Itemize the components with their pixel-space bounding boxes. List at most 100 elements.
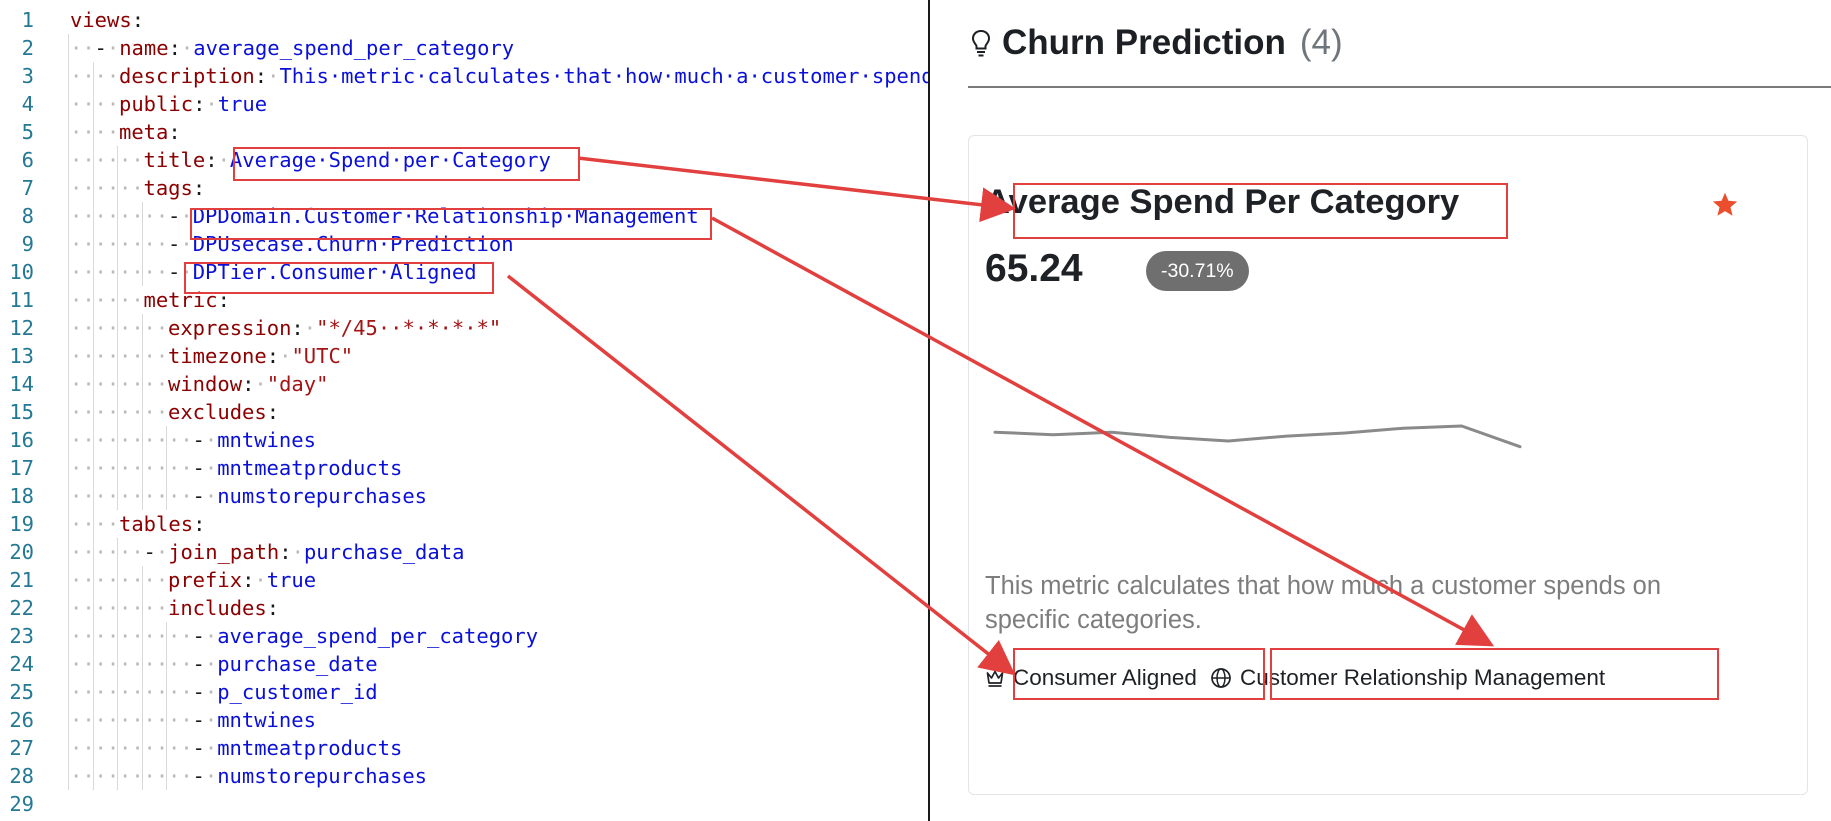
code-token: includes <box>168 596 267 620</box>
indent-guide <box>92 678 94 706</box>
code-line[interactable]: 15 ·· ·· ·· ·· excludes: <box>0 398 928 426</box>
highlight-title <box>233 147 580 181</box>
code-line[interactable]: 13 ·· ·· ·· ·· timezone:·"UTC" <box>0 342 928 370</box>
whitespace-dots: ·· <box>94 456 120 480</box>
indent-guide <box>68 118 69 146</box>
code-token: p_customer_id <box>217 680 378 704</box>
whitespace-dots: ·· <box>70 232 95 256</box>
whitespace-dots: ·· <box>143 596 169 620</box>
whitespace-dots: ·· <box>70 120 95 144</box>
line-number: 13 <box>9 344 34 368</box>
code-line[interactable]: 27 ·· ·· ·· ·· ·· -·mntmeatproducts <box>0 734 928 762</box>
indent-guide <box>68 146 69 174</box>
code-line[interactable]: 3 ·· ·· description:·This·metric·calculates… <box>0 62 928 90</box>
code-token: - <box>192 736 205 760</box>
indent-guide <box>141 482 143 510</box>
code-content: -·mntwines <box>193 706 316 734</box>
indent-guide <box>92 762 94 790</box>
code-line[interactable]: 19 ·· ·· tables: <box>0 510 928 538</box>
code-line[interactable]: 24 ·· ·· ·· ·· ·· -·purchase_date <box>0 650 928 678</box>
code-line[interactable]: 29 <box>0 790 928 818</box>
code-token: : <box>168 36 181 60</box>
whitespace-dots: ·· <box>119 540 144 564</box>
code-line[interactable]: 21 ·· ·· ·· ·· prefix:·true <box>0 566 928 594</box>
code-token: - <box>168 232 181 256</box>
whitespace-dots: ·· <box>168 428 193 452</box>
code-line[interactable]: 14 ·· ·· ·· ·· window:·"day" <box>0 370 928 398</box>
indent-guide <box>92 622 94 650</box>
code-content: -·p_customer_id <box>193 678 378 706</box>
code-line[interactable]: 5 ·· ·· meta: <box>0 118 928 146</box>
indent-guide <box>92 118 94 146</box>
code-line[interactable]: 1 views: <box>0 6 928 34</box>
code-line[interactable]: 26 ·· ·· ·· ·· ·· -·mntwines <box>0 706 928 734</box>
indent-guide <box>68 510 69 538</box>
indent-guide <box>92 202 94 230</box>
indent-guide <box>68 202 69 230</box>
code-line[interactable]: 25 ·· ·· ·· ·· ·· -·p_customer_id <box>0 678 928 706</box>
code-line[interactable]: 2 ·· -·name:·average_spend_per_category <box>0 34 928 62</box>
indent-guide <box>141 454 143 482</box>
whitespace-dots: ·· <box>143 456 169 480</box>
whitespace-dots: ·· <box>70 176 95 200</box>
whitespace-dots: ·· <box>94 708 120 732</box>
indent-guide <box>166 454 167 482</box>
whitespace-dots: ·· <box>119 568 144 592</box>
whitespace-dots: ·· <box>119 484 144 508</box>
code-token: - <box>192 764 205 788</box>
code-token: · <box>267 64 280 88</box>
whitespace-dots: ·· <box>143 260 169 284</box>
indent-guide <box>68 426 69 454</box>
whitespace-dots: ·· <box>143 680 169 704</box>
indent-guide <box>68 678 69 706</box>
indent-guide <box>141 398 143 426</box>
line-number: 18 <box>9 484 34 508</box>
code-line[interactable]: 12 ·· ·· ·· ·· expression:·"*/45··*·*·*·*" <box>0 314 928 342</box>
code-token: true <box>217 92 268 116</box>
code-line[interactable]: 17 ·· ·· ·· ·· ·· -·mntmeatproducts <box>0 454 928 482</box>
whitespace-dots: ·· <box>70 64 95 88</box>
line-number: 20 <box>9 540 34 564</box>
whitespace-dots: ·· <box>119 204 144 228</box>
line-number: 4 <box>21 92 34 116</box>
code-token: : <box>192 176 206 200</box>
indent-guide <box>166 650 167 678</box>
code-line[interactable]: 16 ·· ·· ·· ·· ·· -·mntwines <box>0 426 928 454</box>
whitespace-dots: ·· <box>119 372 144 396</box>
indent-guide <box>166 482 167 510</box>
code-token: · <box>254 372 267 396</box>
whitespace-dots: ·· <box>70 148 95 172</box>
line-number: 6 <box>21 148 34 172</box>
code-token: · <box>155 540 169 564</box>
code-line[interactable]: 18 ·· ·· ·· ·· ·· -·numstorepurchases <box>0 482 928 510</box>
code-token: "*/45··*·*·*·*" <box>316 316 502 340</box>
whitespace-dots: ·· <box>70 428 95 452</box>
indent-guide <box>68 62 69 90</box>
code-token: - <box>192 428 205 452</box>
lightbulb-icon <box>971 29 991 57</box>
code-token: title <box>143 148 206 172</box>
indent-guide <box>92 230 94 258</box>
code-content: prefix:·true <box>168 566 316 594</box>
line-number: 12 <box>9 316 34 340</box>
indent-guide <box>68 314 69 342</box>
code-line[interactable]: 23 ·· ·· ·· ·· ·· -·average_spend_per_category <box>0 622 928 650</box>
yaml-editor[interactable]: 1 views: 2 ·· -·name:·average_spend_per_cate… <box>0 6 928 821</box>
whitespace-dots: ·· <box>168 708 193 732</box>
code-line[interactable]: 22 ·· ·· ·· ·· includes: <box>0 594 928 622</box>
code-line[interactable]: 4 ·· ·· public:·true <box>0 90 928 118</box>
line-number: 11 <box>9 288 34 312</box>
indent-guide <box>141 258 143 286</box>
indent-guide <box>68 594 69 622</box>
indent-guide <box>141 678 143 706</box>
highlight-card-title <box>1013 183 1508 239</box>
indent-guide <box>68 622 69 650</box>
code-line[interactable]: 20 ·· ·· ·· -·join_path:·purchase_data <box>0 538 928 566</box>
whitespace-dots: ·· <box>70 736 95 760</box>
code-line[interactable]: 28 ·· ·· ·· ·· ·· -·numstorepurchases <box>0 762 928 790</box>
indent-guide <box>92 594 94 622</box>
indent-guide <box>117 762 118 790</box>
whitespace-dots: ·· <box>94 120 120 144</box>
code-token: description <box>119 64 255 88</box>
code-content: -·average_spend_per_category <box>193 622 539 650</box>
